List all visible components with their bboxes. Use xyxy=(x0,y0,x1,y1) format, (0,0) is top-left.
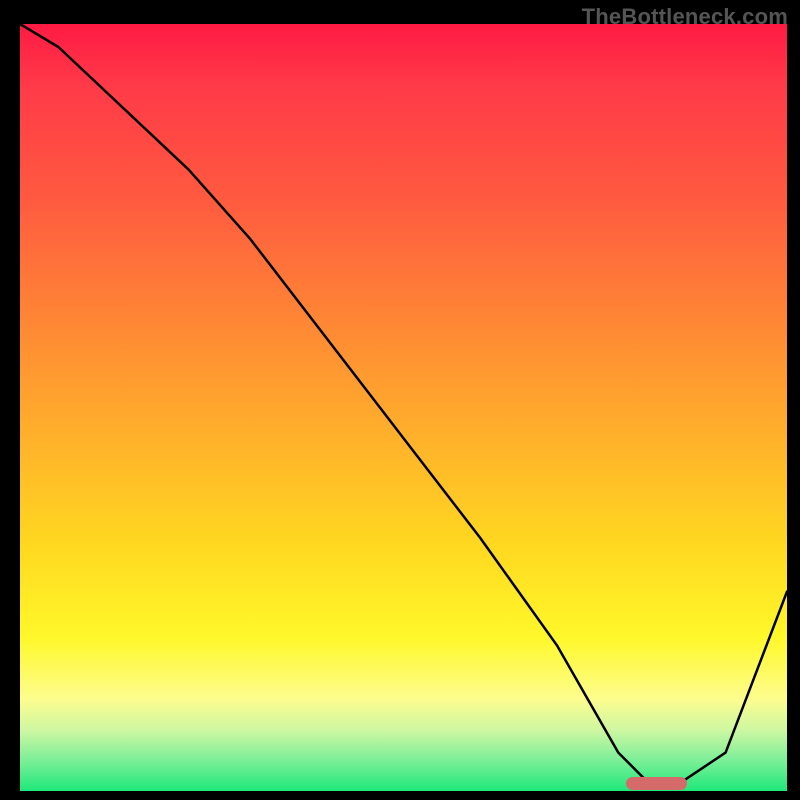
bottleneck-curve xyxy=(20,24,787,791)
watermark-text: TheBottleneck.com xyxy=(582,4,788,30)
curve-path xyxy=(20,24,787,783)
chart-frame xyxy=(20,24,787,791)
chart-plot-area xyxy=(20,24,787,791)
optimal-range-marker xyxy=(626,777,687,790)
